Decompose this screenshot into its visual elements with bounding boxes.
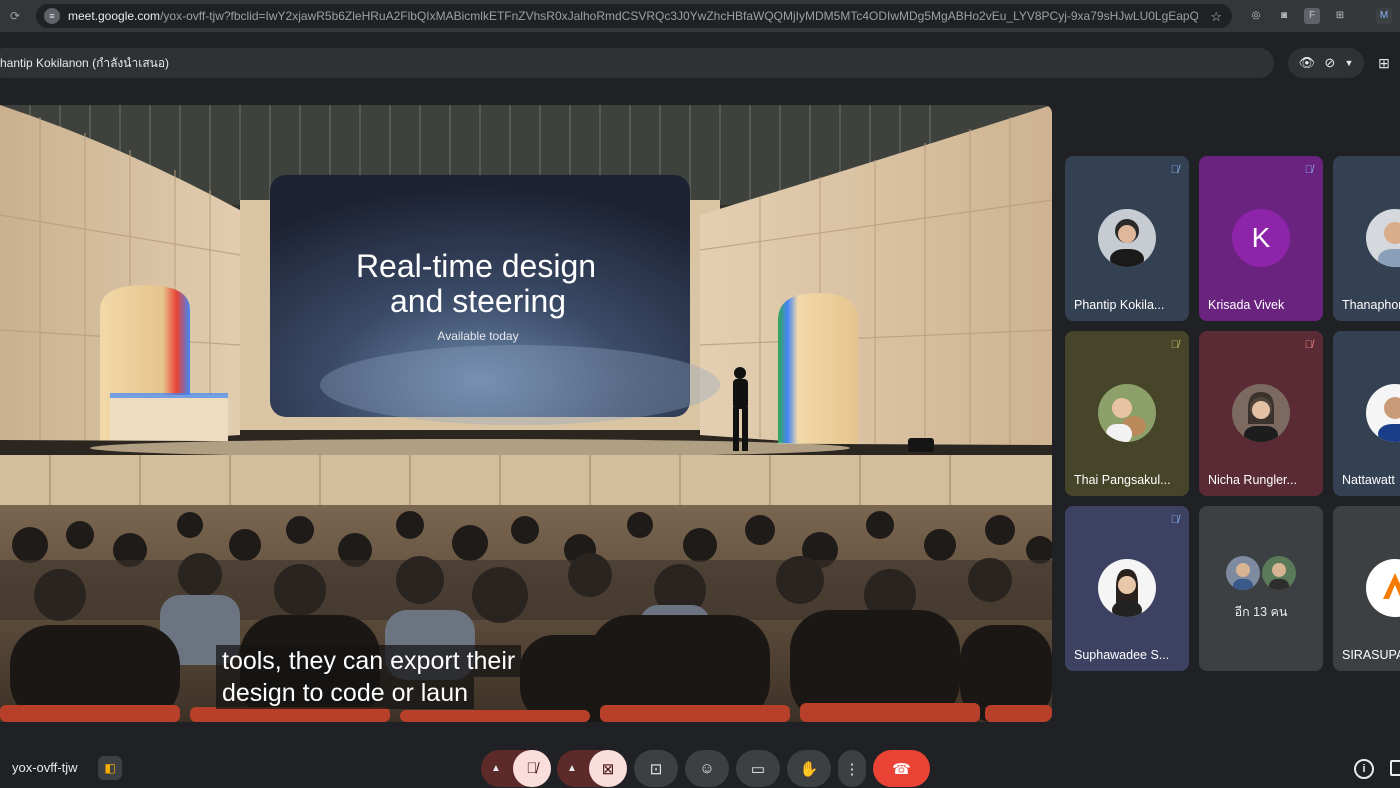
avatar bbox=[1098, 559, 1156, 617]
mic-off-icon: 🎙̸ bbox=[1304, 164, 1313, 176]
presenter-label: hantip Kokilanon (กำลังนำเสนอ) bbox=[0, 55, 170, 70]
participant-tile[interactable]: 🎙̸ Suphawadee S... bbox=[1065, 506, 1189, 671]
avatar bbox=[1232, 384, 1290, 442]
reload-icon[interactable]: ⟳ bbox=[10, 9, 24, 23]
screen-subtitle: Available today bbox=[437, 329, 518, 343]
more-options-button[interactable]: ⋮ bbox=[838, 750, 866, 787]
mic-off-icon: 🎙̸ bbox=[526, 760, 538, 777]
participant-name: Krisada Vivek bbox=[1208, 298, 1285, 312]
avatar bbox=[1366, 209, 1400, 267]
end-call-icon: ☎ bbox=[892, 760, 911, 778]
emoji-button[interactable]: ☺ bbox=[685, 750, 729, 787]
meeting-controls-bar: yox-ovff-tjw ◧ ▲ 🎙̸ ▲ ⊠ ⊡ ☺ ▭ ✋ ⋮ ☎ i bbox=[0, 740, 1400, 788]
star-icon[interactable]: ☆ bbox=[1210, 9, 1222, 25]
mic-off-icon: 🎙̸ bbox=[1170, 514, 1179, 526]
caption-line-1: tools, they can export their bbox=[216, 645, 522, 677]
puzzle-extension-icon[interactable]: ⊞ bbox=[1332, 8, 1348, 24]
meeting-code: yox-ovff-tjw bbox=[12, 760, 78, 775]
browser-toolbar: ⟳ ≡ meet.google.com/yox-ovff-tjw?fbclid=… bbox=[0, 0, 1400, 32]
participant-name: Phantip Kokila... bbox=[1074, 298, 1165, 312]
participant-tile[interactable]: 🎙̸ Nicha Rungler... bbox=[1199, 331, 1323, 496]
participant-tile[interactable]: 🎙̸ K Krisada Vivek bbox=[1199, 156, 1323, 321]
captions-icon: ▭ bbox=[750, 760, 766, 778]
mic-options-chevron-icon[interactable]: ▲ bbox=[491, 763, 501, 774]
address-bar[interactable]: ≡ meet.google.com/yox-ovff-tjw?fbclid=Iw… bbox=[36, 4, 1232, 28]
emoji-icon: ☺ bbox=[699, 760, 715, 777]
screen-title-line1: Real-time design bbox=[356, 248, 596, 284]
participant-name: Thanaphon bbox=[1342, 298, 1400, 312]
participant-name: Suphawadee S... bbox=[1074, 648, 1170, 662]
presenting-banner: hantip Kokilanon (กำลังนำเสนอ) bbox=[0, 48, 1274, 78]
mic-off-button[interactable]: 🎙̸ bbox=[513, 750, 551, 787]
participant-tile[interactable]: 🎙̸ Phantip Kokila... bbox=[1065, 156, 1189, 321]
participant-tile[interactable]: Thanaphon bbox=[1333, 156, 1400, 321]
eye-icon[interactable]: 👁 bbox=[1299, 55, 1316, 71]
view-controls: 👁 ⊘ ▼ bbox=[1288, 48, 1364, 78]
url-text: meet.google.com/yox-ovff-tjw?fbclid=IwY2… bbox=[68, 9, 1198, 23]
participant-name: SIRASUPA bbox=[1342, 648, 1400, 662]
more-options-icon: ⋮ bbox=[844, 760, 860, 778]
participant-tile[interactable]: Nattawatt bbox=[1333, 331, 1400, 496]
raise-hand-button[interactable]: ✋ bbox=[787, 750, 831, 787]
google-extension-icon[interactable]: ◎ bbox=[1248, 8, 1264, 24]
url-domain: meet.google.com bbox=[68, 9, 161, 23]
raise-hand-icon: ✋ bbox=[799, 760, 819, 778]
present-screen-icon: ⊡ bbox=[649, 760, 663, 778]
mic-off-icon: 🎙̸ bbox=[1170, 339, 1179, 351]
mic-off-icon: 🎙̸ bbox=[1170, 164, 1179, 176]
mic-off-icon: 🎙̸ bbox=[1304, 339, 1313, 351]
end-call-button[interactable]: ☎ bbox=[873, 750, 930, 787]
participant-tile[interactable]: 🎙̸ Thai Pangsakul... bbox=[1065, 331, 1189, 496]
site-info-icon[interactable]: ≡ bbox=[44, 8, 60, 24]
present-off-icon[interactable]: ⊘ bbox=[1324, 55, 1335, 71]
activity-icon[interactable]: ◧ bbox=[98, 756, 122, 780]
avatar bbox=[1098, 384, 1156, 442]
f-extension-icon[interactable]: F bbox=[1304, 8, 1320, 24]
chat-icon[interactable] bbox=[1390, 760, 1400, 776]
present-button[interactable]: ⊡ bbox=[634, 750, 678, 787]
avatar bbox=[1262, 556, 1296, 590]
stage-scene: Real-time design and steering Available … bbox=[0, 105, 1052, 722]
live-caption: tools, they can export their design to c… bbox=[216, 645, 522, 709]
logo-avatar bbox=[1366, 559, 1400, 617]
avatar bbox=[1226, 556, 1260, 590]
screen-title-line2: and steering bbox=[390, 283, 566, 319]
avatar bbox=[1098, 209, 1156, 267]
others-tile[interactable]: อีก 13 คน bbox=[1199, 506, 1323, 671]
info-icon[interactable]: i bbox=[1354, 759, 1374, 779]
participant-name: Thai Pangsakul... bbox=[1074, 473, 1171, 487]
presentation-video[interactable]: Real-time design and steering Available … bbox=[0, 105, 1052, 722]
participant-name: Nicha Rungler... bbox=[1208, 473, 1297, 487]
camera-off-button[interactable]: ⊠ bbox=[589, 750, 627, 787]
camera-off-icon: ⊠ bbox=[601, 760, 615, 778]
avatar bbox=[1366, 384, 1400, 442]
chevron-down-icon[interactable]: ▼ bbox=[1344, 58, 1353, 68]
caption-line-2: design to code or laun bbox=[216, 677, 475, 709]
layout-icon[interactable]: ⊞ bbox=[1372, 51, 1396, 75]
captions-button[interactable]: ▭ bbox=[736, 750, 780, 787]
participant-name: Nattawatt bbox=[1342, 473, 1395, 487]
profile-icon[interactable]: M bbox=[1376, 8, 1392, 24]
url-path: /yox-ovff-tjw?fbclid=IwY2xjawR5b6ZleHRuA… bbox=[160, 9, 1198, 23]
participant-tile[interactable]: SIRASUPA bbox=[1333, 506, 1400, 671]
camera-options-chevron-icon[interactable]: ▲ bbox=[567, 763, 577, 774]
others-count: อีก 13 คน bbox=[1234, 605, 1288, 619]
avatar: K bbox=[1232, 209, 1290, 267]
camera-extension-icon[interactable]: ◙ bbox=[1276, 8, 1292, 24]
